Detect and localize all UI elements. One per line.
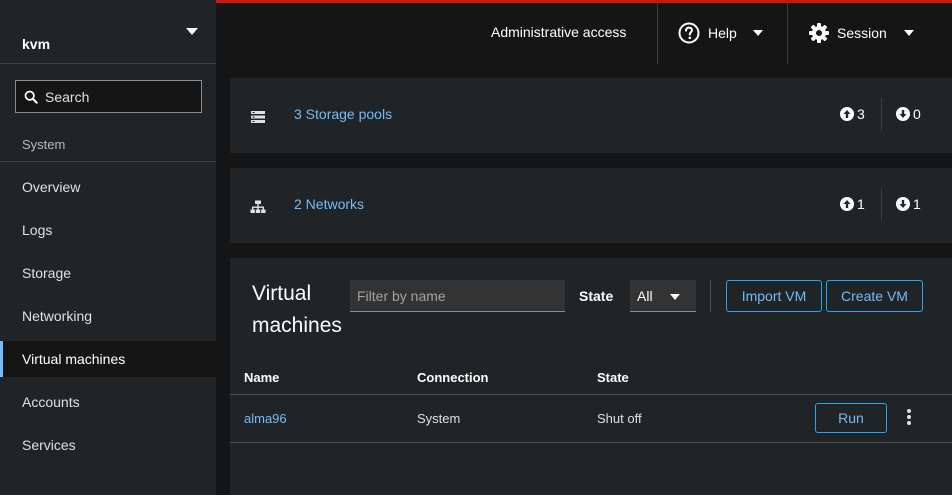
vm-name-link[interactable]: alma96 — [244, 411, 287, 426]
virtual-machines-card: Virtual machines State All Import VM Cre… — [230, 258, 952, 495]
networks-card: 2 Networks 1 1 — [230, 168, 952, 243]
sidebar-item-logs[interactable]: Logs — [0, 212, 216, 248]
host-switcher[interactable]: kvm — [0, 0, 216, 64]
column-header-connection[interactable]: Connection — [417, 370, 489, 385]
caret-down-icon — [670, 294, 680, 300]
stat-divider — [881, 188, 882, 221]
search-icon — [24, 90, 38, 104]
masthead-accent-line — [216, 0, 952, 3]
row-divider — [230, 442, 952, 443]
help-label: Help — [708, 25, 737, 41]
vm-connection: System — [417, 411, 461, 426]
caret-down-icon — [186, 28, 198, 35]
arrow-circle-up-icon — [840, 197, 854, 211]
state-filter-value: All — [637, 288, 653, 304]
filter-by-name-input[interactable] — [350, 280, 565, 312]
storage-pools-inactive-count: 0 — [896, 106, 921, 122]
search-input[interactable] — [45, 82, 195, 111]
storage-pools-card: 3 Storage pools 3 0 — [230, 78, 952, 153]
session-label: Session — [837, 25, 887, 41]
sidebar-item-overview[interactable]: Overview — [0, 169, 216, 205]
storage-pools-link[interactable]: 3 Storage pools — [294, 106, 392, 122]
run-button[interactable]: Run — [815, 403, 887, 433]
page-title: Virtual machines — [252, 282, 342, 337]
storage-pools-active-count: 3 — [840, 106, 865, 122]
host-name: kvm — [22, 36, 51, 52]
networks-inactive-count: 1 — [896, 196, 921, 212]
arrow-circle-down-icon — [896, 107, 910, 121]
vm-state: Shut off — [597, 411, 642, 426]
caret-down-icon — [903, 30, 914, 36]
column-header-state[interactable]: State — [597, 370, 629, 385]
sidebar-divider — [0, 161, 216, 162]
main-content: 3 Storage pools 3 0 2 Networks 1 1 Virtu… — [216, 64, 952, 495]
arrow-circle-down-icon — [896, 197, 910, 211]
help-menu-button[interactable]: Help — [678, 22, 763, 44]
sidebar-item-services[interactable]: Services — [0, 427, 216, 463]
section-label-system: System — [22, 137, 66, 152]
sidebar-item-accounts[interactable]: Accounts — [0, 384, 216, 420]
help-icon — [678, 22, 700, 44]
kebab-menu-icon[interactable] — [906, 409, 912, 425]
state-filter-label: State — [579, 288, 614, 304]
gear-icon — [809, 23, 829, 43]
networks-active-count: 1 — [840, 196, 865, 212]
search-box[interactable] — [15, 80, 202, 113]
arrow-circle-up-icon — [840, 107, 854, 121]
sidebar-item-storage[interactable]: Storage — [0, 255, 216, 291]
table-header-divider — [230, 394, 952, 395]
state-filter-select[interactable]: All — [630, 280, 696, 312]
session-menu-button[interactable]: Session — [808, 22, 914, 44]
networks-link[interactable]: 2 Networks — [294, 196, 364, 212]
toolbar-divider — [710, 280, 711, 312]
cockpit-app: kvm System Overview Logs Storage Network… — [0, 0, 952, 495]
masthead-divider — [787, 3, 788, 64]
masthead-divider — [657, 3, 658, 64]
caret-down-icon — [752, 30, 763, 36]
sidebar-item-virtual-machines[interactable]: Virtual machines — [0, 341, 216, 377]
storage-icon — [251, 111, 265, 123]
administrative-access-button[interactable]: Administrative access — [491, 24, 626, 40]
column-header-name[interactable]: Name — [244, 370, 279, 385]
masthead: Administrative access Help Session — [216, 0, 952, 64]
sidebar-item-networking[interactable]: Networking — [0, 298, 216, 334]
stat-divider — [881, 98, 882, 131]
create-vm-button[interactable]: Create VM — [826, 280, 923, 312]
import-vm-button[interactable]: Import VM — [726, 280, 822, 312]
network-icon — [250, 200, 266, 213]
sidebar: kvm System Overview Logs Storage Network… — [0, 0, 216, 495]
